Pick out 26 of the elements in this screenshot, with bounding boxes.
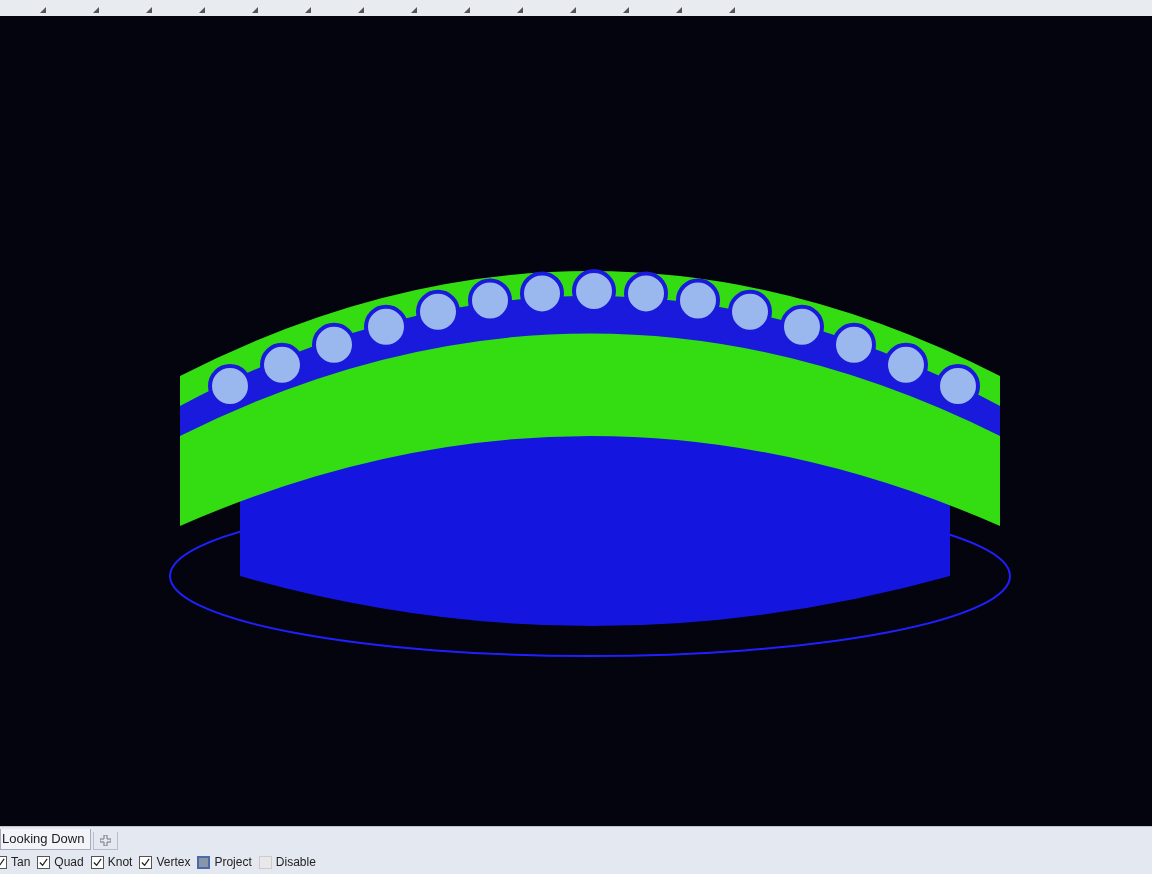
- checkbox[interactable]: [139, 855, 153, 869]
- osnap-label: Vertex: [156, 855, 191, 869]
- flyout-triangle-icon[interactable]: [199, 7, 205, 13]
- plus-icon: [100, 835, 112, 846]
- flyout-triangle-icon[interactable]: [517, 7, 523, 13]
- flyout-triangle-icon[interactable]: [305, 7, 311, 13]
- flyout-triangle-icon[interactable]: [464, 7, 470, 13]
- osnap-label: Tan: [11, 855, 31, 869]
- checkbox[interactable]: [37, 855, 51, 869]
- osnap-label: Knot: [107, 855, 133, 869]
- flyout-triangle-icon[interactable]: [570, 7, 576, 13]
- flyout-triangle-icon[interactable]: [146, 7, 152, 13]
- viewport-tab[interactable]: Looking Down: [0, 829, 92, 850]
- flyout-triangle-icon[interactable]: [676, 7, 682, 13]
- flyout-triangle-icon[interactable]: [358, 7, 364, 13]
- checkbox[interactable]: [90, 855, 104, 869]
- flyout-triangle-icon[interactable]: [411, 7, 417, 13]
- flyout-triangle-icon[interactable]: [40, 7, 46, 13]
- flyout-triangle-icon[interactable]: [252, 7, 258, 13]
- flyout-triangle-icon[interactable]: [729, 7, 735, 13]
- osnap-label: Disable: [275, 855, 316, 869]
- osnap-label: Project: [214, 855, 252, 869]
- flyout-triangle-icon[interactable]: [623, 7, 629, 13]
- toggle-box[interactable]: [197, 855, 211, 869]
- osnap-label: Quad: [54, 855, 84, 869]
- flyout-triangle-icon[interactable]: [93, 7, 99, 13]
